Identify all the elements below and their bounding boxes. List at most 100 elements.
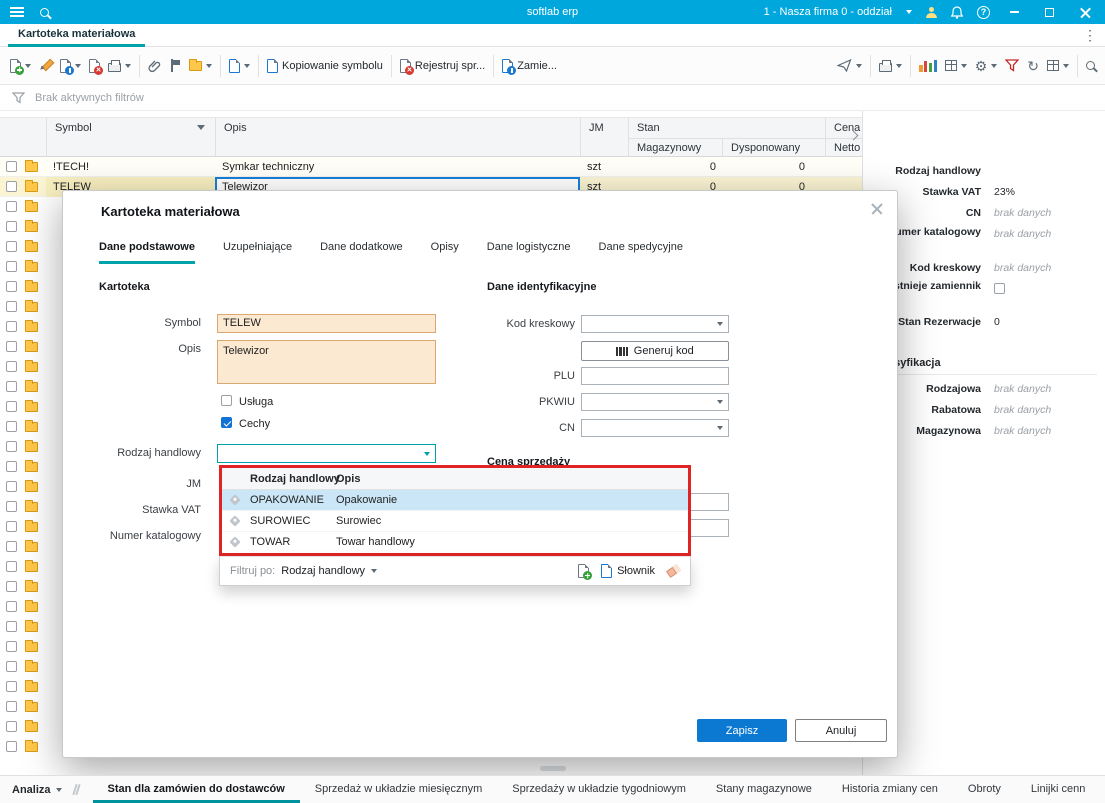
column-header-magazynowy[interactable]: Magazynowy	[628, 138, 722, 158]
dialog-tab-dane-dodatkowe[interactable]: Dane dodatkowe	[320, 241, 403, 264]
user-icon[interactable]	[926, 6, 937, 18]
column-header-opis[interactable]: Opis	[215, 118, 580, 156]
table-row-stub[interactable]	[0, 577, 62, 597]
table-row-stub[interactable]	[0, 517, 62, 537]
table-row-stub[interactable]	[0, 357, 62, 377]
document-info-button[interactable]	[56, 52, 85, 80]
row-checkbox[interactable]	[6, 381, 17, 392]
slownik-button[interactable]: Słownik	[601, 564, 655, 578]
table-row-stub[interactable]	[0, 237, 62, 257]
table-row-stub[interactable]	[0, 537, 62, 557]
row-checkbox[interactable]	[6, 221, 17, 232]
plu-input[interactable]	[581, 367, 729, 385]
row-checkbox[interactable]	[6, 421, 17, 432]
rodzaj-handlowy-select[interactable]	[217, 444, 436, 463]
company-selector[interactable]: 1 - Nasza firma 0 - oddział	[764, 6, 892, 18]
table-row-stub[interactable]	[0, 317, 62, 337]
dialog-tab-dane-podstawowe[interactable]: Dane podstawowe	[99, 241, 195, 264]
more-options-icon[interactable]: ⋮	[1083, 26, 1097, 44]
pkwiu-select[interactable]	[581, 393, 729, 411]
table-row-stub[interactable]	[0, 717, 62, 737]
chevron-down-icon[interactable]	[906, 10, 912, 14]
flag-button[interactable]	[166, 52, 185, 80]
row-checkbox[interactable]	[6, 521, 17, 532]
export-button[interactable]	[941, 52, 971, 80]
column-header-jm[interactable]: JM	[580, 118, 628, 156]
row-checkbox[interactable]	[6, 181, 17, 192]
table-row-stub[interactable]	[0, 637, 62, 657]
row-checkbox[interactable]	[6, 601, 17, 612]
row-checkbox[interactable]	[6, 321, 17, 332]
column-header-netto[interactable]: Netto	[825, 138, 862, 158]
bottom-tab-historia-zmiany-cen[interactable]: Historia zmiany cen	[827, 776, 953, 803]
table-row-stub[interactable]	[0, 617, 62, 637]
istnieje-zamiennik-checkbox[interactable]	[994, 283, 1005, 294]
row-checkbox[interactable]	[6, 661, 17, 672]
table-row-stub[interactable]	[0, 597, 62, 617]
row-checkbox[interactable]	[6, 441, 17, 452]
bottom-tab-obroty[interactable]: Obroty	[953, 776, 1016, 803]
row-checkbox[interactable]	[6, 361, 17, 372]
row-checkbox[interactable]	[6, 261, 17, 272]
dropdown-option-opakowanie[interactable]: OPAKOWANIE Opakowanie	[222, 490, 688, 511]
send-button[interactable]	[833, 52, 866, 80]
chart-button[interactable]	[915, 52, 940, 80]
dialog-tab-dane-logistyczne[interactable]: Dane logistyczne	[487, 241, 571, 264]
row-checkbox[interactable]	[6, 721, 17, 732]
dialog-close-icon[interactable]	[869, 201, 885, 217]
folder-button[interactable]	[185, 52, 216, 80]
dialog-tab-uzupelniajace[interactable]: Uzupełniające	[223, 241, 292, 264]
kod-kreskowy-select[interactable]	[581, 315, 729, 333]
delete-record-button[interactable]	[85, 52, 104, 80]
save-button[interactable]: Zapisz	[697, 719, 787, 742]
symbol-input[interactable]: TELEW	[217, 314, 436, 333]
help-icon[interactable]: ?	[977, 5, 990, 19]
row-checkbox[interactable]	[6, 481, 17, 492]
table-row-stub[interactable]	[0, 337, 62, 357]
table-row-stub[interactable]	[0, 217, 62, 237]
bottom-tab-sprzedaz-tygodniowa[interactable]: Sprzedaży w układzie tygodniowym	[497, 776, 701, 803]
row-checkbox[interactable]	[6, 681, 17, 692]
tab-kartoteka-materialowa[interactable]: Kartoteka materiałowa	[8, 24, 146, 47]
row-checkbox[interactable]	[6, 241, 17, 252]
print-button[interactable]	[104, 52, 135, 80]
bottom-tab-stan-zamowien[interactable]: Stan dla zamówien do dostawców	[92, 776, 300, 803]
row-checkbox[interactable]	[6, 621, 17, 632]
maximize-button[interactable]	[1039, 4, 1060, 21]
table-row-stub[interactable]	[0, 657, 62, 677]
filter-field-selector[interactable]: Rodzaj handlowy	[281, 565, 365, 577]
dropdown-option-towar[interactable]: TOWAR Towar handlowy	[222, 532, 688, 553]
refresh-button[interactable]: ↻	[1023, 52, 1043, 80]
close-button[interactable]	[1074, 3, 1097, 22]
table-row-stub[interactable]	[0, 397, 62, 417]
table-row-stub[interactable]	[0, 477, 62, 497]
new-record-button[interactable]	[6, 52, 35, 80]
copy-symbol-button[interactable]: Kopiowanie symbolu	[263, 52, 387, 80]
cechy-checkbox[interactable]	[221, 417, 232, 428]
table-row-stub[interactable]	[0, 257, 62, 277]
row-checkbox[interactable]	[6, 341, 17, 352]
column-header-symbol[interactable]: Symbol	[46, 118, 215, 156]
table-row-stub[interactable]	[0, 377, 62, 397]
register-sale-button[interactable]: Rejestruj spr...	[396, 52, 489, 80]
row-checkbox[interactable]	[6, 161, 17, 172]
search-button[interactable]	[1082, 52, 1099, 80]
print-preview-button[interactable]	[875, 52, 906, 80]
bottom-tab-stany-magazynowe[interactable]: Stany magazynowe	[701, 776, 827, 803]
settings-button[interactable]: ⚙	[971, 52, 1002, 80]
eraser-icon[interactable]	[665, 563, 682, 579]
row-checkbox[interactable]	[6, 501, 17, 512]
opis-textarea[interactable]: Telewizor	[217, 340, 436, 384]
row-checkbox[interactable]	[6, 281, 17, 292]
table-row-stub[interactable]	[0, 437, 62, 457]
row-checkbox[interactable]	[6, 401, 17, 412]
dialog-tab-opisy[interactable]: Opisy	[431, 241, 459, 264]
cancel-button[interactable]: Anuluj	[795, 719, 887, 742]
row-checkbox[interactable]	[6, 741, 17, 752]
usluga-checkbox[interactable]	[221, 395, 232, 406]
row-checkbox[interactable]	[6, 461, 17, 472]
search-icon[interactable]	[40, 7, 49, 17]
table-row-stub[interactable]	[0, 697, 62, 717]
row-checkbox[interactable]	[6, 581, 17, 592]
add-entry-icon[interactable]	[578, 564, 593, 580]
